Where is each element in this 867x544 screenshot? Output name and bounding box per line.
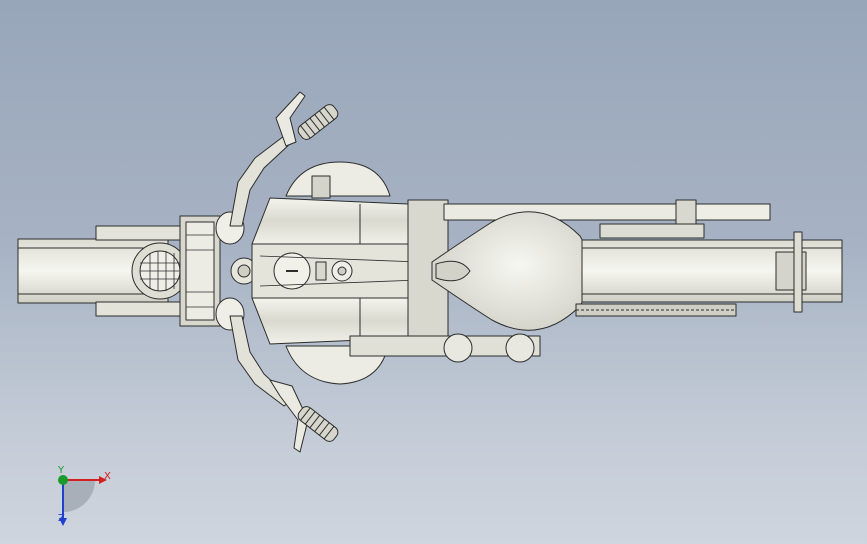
engine-cover-top[interactable] — [285, 161, 391, 199]
motorcycle-model[interactable] — [0, 0, 867, 544]
graphics-viewport[interactable]: X Y Z — [0, 0, 867, 544]
fork-assembly[interactable] — [179, 211, 258, 331]
x-axis-label: X — [104, 471, 111, 482]
z-axis-label: Z — [58, 513, 65, 524]
rear-wheel[interactable] — [581, 231, 843, 313]
coordinate-triad — [58, 475, 107, 526]
seat[interactable] — [431, 211, 591, 331]
fuel-tank[interactable] — [251, 197, 433, 345]
y-axis-label: Y — [58, 465, 65, 476]
